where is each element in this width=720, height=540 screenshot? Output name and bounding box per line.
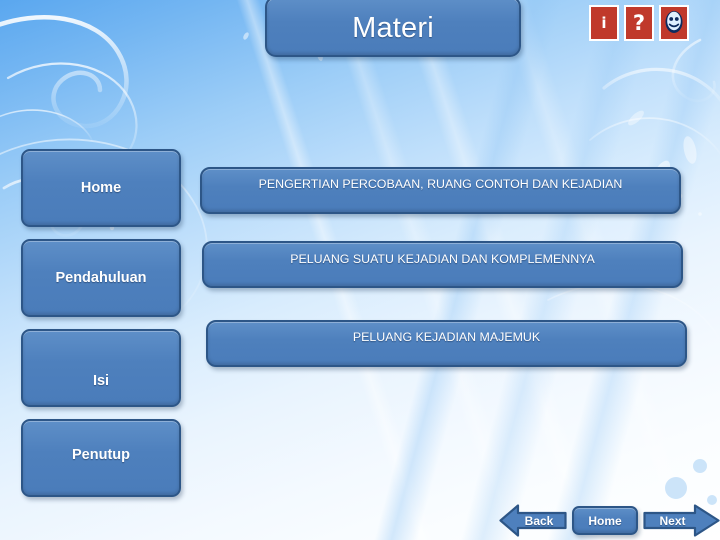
header-icon-bar: i ? (589, 5, 689, 41)
back-button[interactable]: Back (499, 504, 567, 537)
sidebar-item-label: Penutup (72, 447, 130, 463)
home-button-label: Home (588, 513, 622, 528)
face-icon[interactable] (659, 5, 689, 41)
back-button-label: Back (524, 513, 554, 528)
help-icon-glyph: ? (626, 7, 652, 39)
slide-canvas: Materi i ? Home Pendahuluan Isi Penutup … (0, 0, 720, 540)
face-icon-glyph (661, 7, 687, 39)
next-button-label: Next (659, 513, 686, 528)
page-title-text: Materi (352, 12, 434, 44)
home-button[interactable]: Home (572, 506, 638, 535)
help-icon[interactable]: ? (624, 5, 654, 41)
topic-button-label: PENGERTIAN PERCOBAAN, RUANG CONTOH DAN K… (258, 177, 623, 191)
sidebar-item-label: Pendahuluan (55, 270, 147, 286)
page-title: Materi (265, 0, 521, 57)
info-icon-glyph: i (591, 7, 617, 39)
face-icon-shape (665, 11, 683, 33)
sidebar-item-home[interactable]: Home (21, 149, 181, 227)
topic-button-2[interactable]: PELUANG SUATU KEJADIAN DAN KOMPLEMENNYA (202, 241, 683, 288)
sidebar-item-penutup[interactable]: Penutup (21, 419, 181, 497)
topic-button-label: PELUANG SUATU KEJADIAN DAN KOMPLEMENNYA (290, 252, 595, 266)
sidebar-item-label: Isi (92, 373, 110, 389)
sidebar-item-pendahuluan[interactable]: Pendahuluan (21, 239, 181, 317)
topic-button-label: PELUANG KEJADIAN MAJEMUK (352, 330, 541, 344)
topic-button-3[interactable]: PELUANG KEJADIAN MAJEMUK (206, 320, 687, 367)
next-button[interactable]: Next (643, 504, 720, 537)
sidebar-item-isi[interactable]: Isi (21, 329, 181, 407)
sidebar-item-label: Home (80, 180, 122, 196)
info-icon[interactable]: i (589, 5, 619, 41)
topic-button-1[interactable]: PENGERTIAN PERCOBAAN, RUANG CONTOH DAN K… (200, 167, 681, 214)
